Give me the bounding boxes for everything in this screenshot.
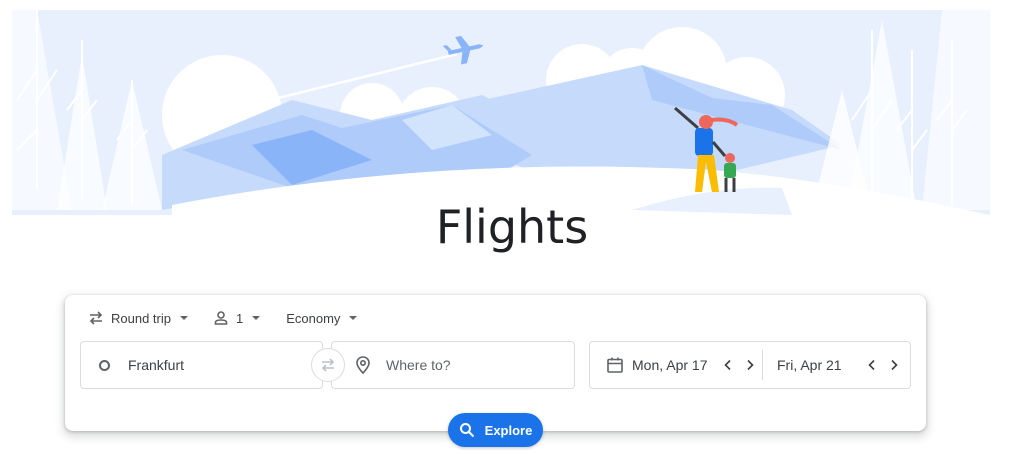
chevron-right-icon (747, 359, 754, 371)
page-title: Flights (435, 200, 589, 254)
cabin-class-label: Economy (286, 310, 341, 326)
trip-type-dropdown[interactable]: Round trip (85, 305, 190, 331)
caret-down-icon (252, 316, 261, 320)
swap-origin-destination-button[interactable] (311, 348, 345, 382)
passengers-count: 1 (235, 310, 244, 326)
hero-illustration (12, 10, 990, 215)
explore-label: Explore (484, 422, 533, 438)
calendar-icon (606, 356, 624, 374)
location-pin-icon (354, 355, 372, 375)
departure-next-button[interactable] (739, 354, 761, 376)
return-date-field[interactable]: Fri, Apr 21 (763, 342, 910, 388)
destination-field[interactable]: Where to? (331, 341, 575, 389)
explore-button[interactable]: Explore (448, 413, 543, 447)
passengers-dropdown[interactable]: 1 (210, 305, 262, 331)
search-icon (459, 422, 475, 438)
person-icon (212, 309, 230, 327)
search-options-bar: Round trip 1 Economy (85, 305, 359, 331)
return-next-button[interactable] (883, 354, 905, 376)
trip-type-label: Round trip (111, 310, 171, 326)
mountain-landscape-illustration (12, 10, 990, 215)
chevron-left-icon (868, 359, 875, 371)
origin-field[interactable]: Frankfurt (80, 341, 323, 389)
origin-value: Frankfurt (128, 357, 185, 373)
departure-prev-button[interactable] (717, 354, 739, 376)
swap-arrows-icon (321, 358, 335, 372)
destination-placeholder: Where to? (386, 357, 451, 373)
caret-down-icon (179, 316, 188, 320)
caret-down-icon (349, 316, 358, 320)
chevron-left-icon (724, 359, 731, 371)
return-date-value: Fri, Apr 21 (777, 357, 842, 373)
return-prev-button[interactable] (861, 354, 883, 376)
ring-icon (99, 359, 110, 371)
flights-page: Flights Round trip 1 Economy Frankfurt W… (0, 0, 1024, 455)
flight-search-card: Round trip 1 Economy Frankfurt Where to?… (65, 295, 926, 431)
cabin-class-dropdown[interactable]: Economy (284, 305, 359, 331)
departure-date-value: Mon, Apr 17 (632, 357, 708, 373)
swap-arrows-icon (87, 309, 105, 327)
dates-field: Mon, Apr 17 Fri, Apr 21 (589, 341, 911, 389)
chevron-right-icon (891, 359, 898, 371)
departure-date-field[interactable]: Mon, Apr 17 (590, 350, 763, 380)
